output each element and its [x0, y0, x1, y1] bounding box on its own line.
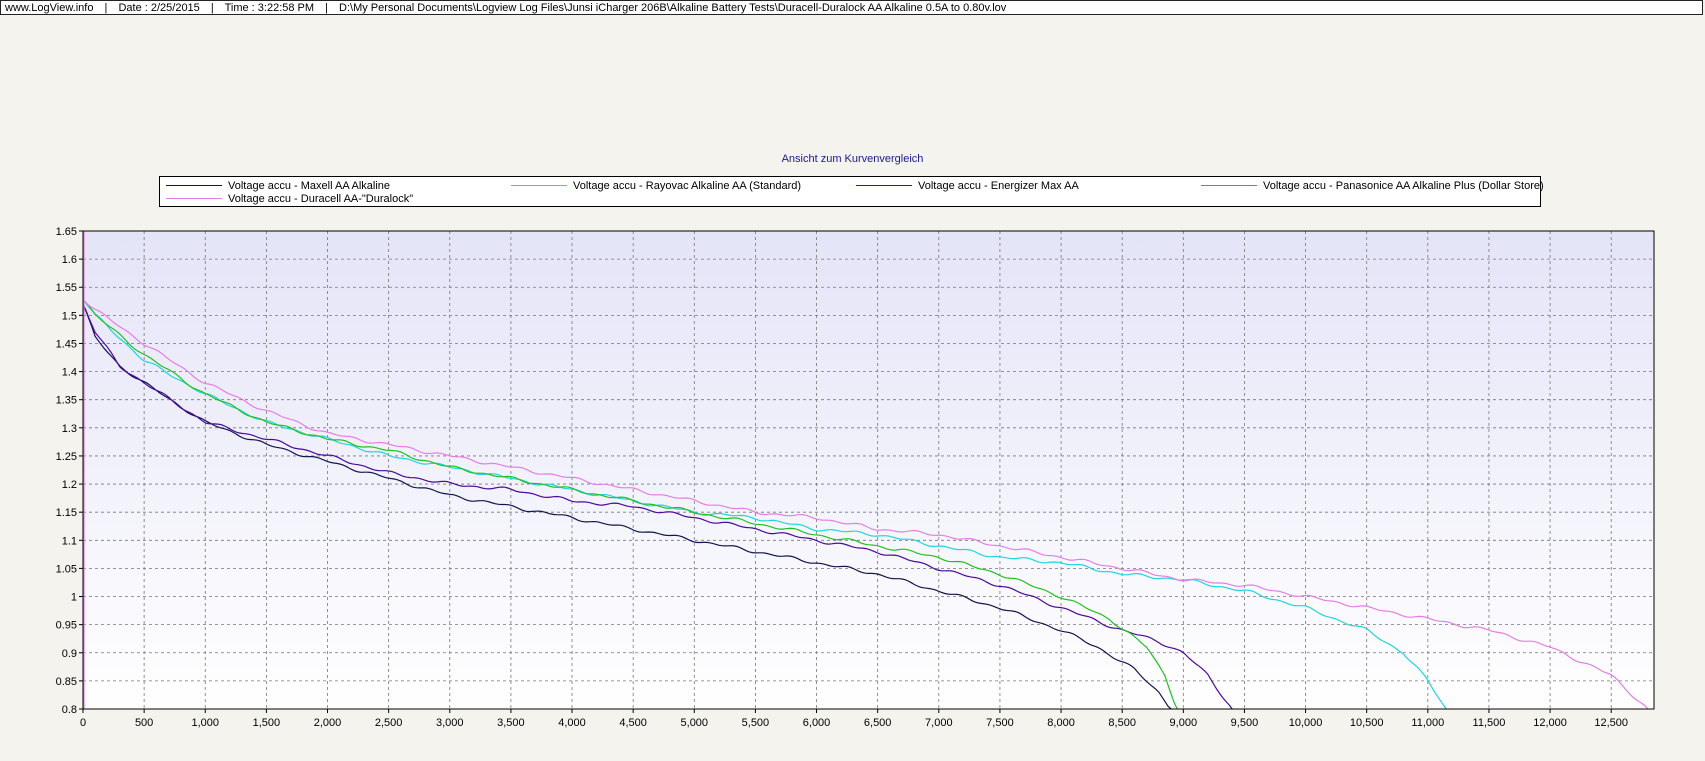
- y-tick-label: 1.15: [56, 507, 77, 519]
- x-tick-label: 6,000: [803, 717, 831, 729]
- x-tick-label: 3,000: [436, 717, 464, 729]
- x-tick-label: 11,000: [1411, 717, 1444, 729]
- x-tick-label: 10,000: [1289, 717, 1323, 729]
- plot-background: [83, 231, 1654, 709]
- y-tick-label: 1.55: [56, 282, 77, 294]
- x-tick-label: 500: [135, 717, 153, 729]
- x-tick-label: 12,500: [1594, 717, 1628, 729]
- y-tick-label: 1.65: [56, 226, 77, 238]
- y-tick-label: 0.95: [56, 620, 77, 632]
- y-tick-label: 1.2: [62, 479, 77, 491]
- x-tick-label: 11,500: [1473, 717, 1506, 729]
- x-tick-label: 10,500: [1350, 717, 1384, 729]
- x-tick-label: 7,000: [925, 717, 953, 729]
- x-tick-label: 5,500: [742, 717, 770, 729]
- x-tick-label: 8,500: [1108, 717, 1136, 729]
- x-tick-label: 4,000: [558, 717, 586, 729]
- y-tick-label: 0.85: [56, 676, 77, 688]
- x-tick-label: 2,000: [314, 717, 342, 729]
- y-tick-label: 1.05: [56, 563, 77, 575]
- x-tick-label: 5,000: [681, 717, 709, 729]
- y-tick-label: 1.35: [56, 395, 77, 407]
- y-tick-label: 1.3: [62, 423, 77, 435]
- y-tick-label: 1.4: [62, 367, 77, 379]
- x-tick-label: 3,500: [497, 717, 525, 729]
- x-tick-label: 1,000: [191, 717, 219, 729]
- x-tick-label: 4,500: [619, 717, 647, 729]
- x-tick-label: 9,500: [1231, 717, 1259, 729]
- y-tick-label: 0.9: [62, 648, 77, 660]
- y-tick-label: 1.1: [62, 535, 77, 547]
- x-tick-label: 8,000: [1047, 717, 1075, 729]
- x-tick-label: 2,500: [375, 717, 403, 729]
- y-tick-label: 0.8: [62, 704, 77, 716]
- y-tick-label: 1.5: [62, 310, 77, 322]
- y-tick-label: 1.6: [62, 254, 77, 266]
- x-tick-label: 1,500: [253, 717, 281, 729]
- x-tick-label: 0: [80, 717, 86, 729]
- x-tick-label: 12,000: [1533, 717, 1567, 729]
- y-tick-label: 1: [71, 592, 77, 604]
- x-tick-label: 6,500: [864, 717, 892, 729]
- y-tick-label: 1.25: [56, 451, 77, 463]
- y-tick-label: 1.45: [56, 338, 77, 350]
- chart-plot: 0.8 0.85 0.9 0.95 1 1.05 1.1 1.15 1.2 1.25 1.3 1.35…: [56, 226, 1655, 729]
- x-tick-label: 9,000: [1170, 717, 1198, 729]
- x-tick-label: 7,500: [986, 717, 1014, 729]
